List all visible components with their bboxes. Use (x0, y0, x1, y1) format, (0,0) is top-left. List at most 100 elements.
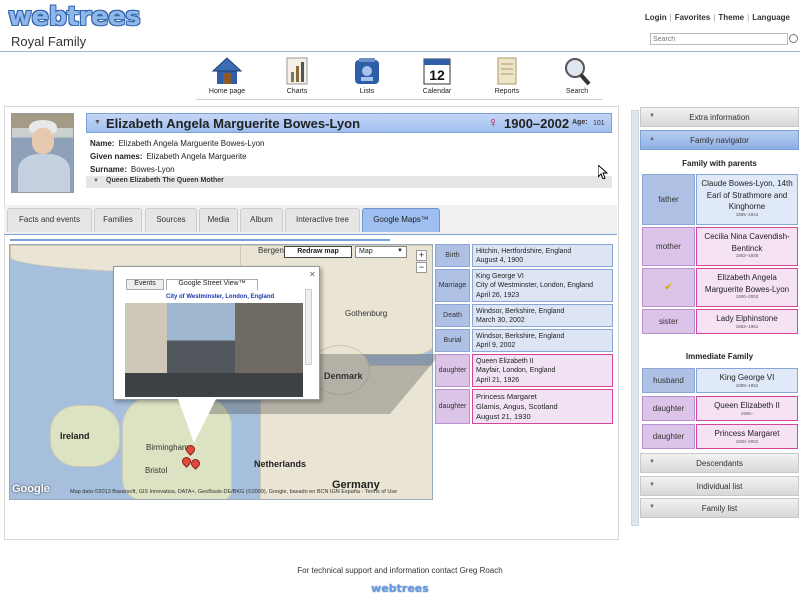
webtrees-logo[interactable]: webtrees (8, 2, 141, 32)
footer-logo[interactable]: webtrees (0, 582, 800, 595)
chevron-down-icon: ▼ (397, 248, 403, 254)
fact-name: Name: Elizabeth Angela Marguerite Bowes-L… (90, 139, 265, 148)
person-daughter[interactable]: Queen Elizabeth II 1926– (696, 396, 798, 421)
header-divider (0, 51, 800, 52)
relation-daughter: daughter (642, 424, 695, 449)
person-sister[interactable]: Lady Elphinstone 1883–1961 (696, 309, 798, 334)
language-link[interactable]: Language (752, 13, 790, 22)
search-icon[interactable] (789, 34, 798, 43)
caret-icon: ▼ (649, 113, 655, 119)
event-type-marriage: Marriage (435, 269, 470, 302)
person-self[interactable]: Elizabeth Angela Marguerite Bowes-Lyon 19… (696, 268, 798, 307)
popup-place-link[interactable]: City of Westminster, London, England (166, 294, 274, 300)
tab-sources[interactable]: Sources (145, 208, 197, 232)
relation-sister: sister (642, 309, 695, 334)
menu-divider (196, 99, 602, 100)
accordion-descendants[interactable]: ▼ Descendants (640, 453, 799, 473)
family-with-parents-title: Family with parents (682, 159, 757, 168)
event-type-death: Death (435, 304, 470, 327)
female-icon: ♀ (488, 114, 499, 130)
magnifier-icon (561, 56, 593, 86)
popup-tab-street-view[interactable]: Google Street View™ (166, 279, 258, 290)
individual-photo[interactable] (11, 113, 74, 193)
menu-search[interactable]: Search (547, 56, 607, 95)
redraw-map-button[interactable]: Redraw map (284, 246, 352, 258)
sidebar-toggle[interactable] (631, 110, 639, 526)
nickname-bar[interactable]: Queen Elizabeth The Queen Mother (86, 176, 612, 188)
event-detail-burial[interactable]: Windsor, Berkshire, England April 9, 2002 (472, 329, 613, 352)
caret-icon: ▼ (649, 504, 655, 510)
collapse-caret-icon[interactable]: ▼ (94, 119, 101, 126)
footer-contact[interactable]: For technical support and information co… (0, 566, 800, 575)
person-mother[interactable]: Cecilia Nina Cavendish-Bentinck 1862–1938 (696, 227, 798, 266)
map-label-gothenburg: Gothenburg (345, 309, 388, 318)
relation-daughter: daughter (642, 396, 695, 421)
event-detail-birth[interactable]: Hitchin, Hertfordshire, England August 4,… (472, 244, 613, 267)
menu-calendar[interactable]: 12 Calendar (407, 56, 467, 95)
map-label-bergen: Bergen (258, 246, 284, 255)
person-daughter[interactable]: Princess Margaret 1930–2002 (696, 424, 798, 449)
caret-icon: ▼ (649, 459, 655, 465)
menu-charts[interactable]: Charts (267, 56, 327, 95)
relation-self-check-icon: ✔ (642, 268, 695, 307)
caret-icon: ▲ (649, 136, 655, 142)
zoom-in-button[interactable]: + (416, 250, 427, 261)
close-icon[interactable]: ✕ (309, 270, 316, 279)
person-husband[interactable]: King George VI 1895–1952 (696, 368, 798, 393)
event-type-daughter: daughter (435, 389, 470, 424)
event-detail-daughter[interactable]: Queen Elizabeth II Mayfair, London, Engla… (472, 354, 613, 387)
expand-caret-icon[interactable]: ▼ (93, 178, 99, 184)
map-label-birmingham: Birmingham (146, 443, 189, 452)
menu-reports[interactable]: Reports (477, 56, 537, 95)
map-label-bristol: Bristol (145, 466, 168, 475)
tab-album[interactable]: Album (240, 208, 283, 232)
age-label: Age: (572, 119, 588, 126)
zoom-out-button[interactable]: − (416, 262, 427, 273)
login-link[interactable]: Login (645, 13, 667, 22)
lists-icon (351, 56, 383, 86)
person-father[interactable]: Claude Bowes-Lyon, 14th Earl of Strathmo… (696, 174, 798, 225)
home-icon (211, 56, 243, 86)
google-logo[interactable]: Google (12, 483, 50, 495)
popup-tab-events[interactable]: Events (126, 279, 164, 290)
menu-label: Reports (494, 88, 520, 95)
calendar-day: 12 (429, 67, 445, 83)
tab-families[interactable]: Families (94, 208, 142, 232)
fact-surname: Surname: Bowes-Lyon (90, 165, 175, 174)
tab-media[interactable]: Media (199, 208, 238, 232)
map-label-ireland: Ireland (60, 431, 90, 441)
search-input[interactable] (650, 33, 788, 45)
event-detail-daughter[interactable]: Princess Margaret Glamis, Angus, Scotland… (472, 389, 613, 424)
individual-name: Elizabeth Angela Marguerite Bowes-Lyon (106, 116, 361, 131)
street-view-image[interactable] (125, 303, 303, 397)
tab-interactive-tree[interactable]: Interactive tree (285, 208, 360, 232)
relation-mother: mother (642, 227, 695, 266)
menu-label: Calendar (422, 88, 452, 95)
menu-home-page[interactable]: Home page (197, 56, 257, 95)
accordion-individual-list[interactable]: ▼ Individual list (640, 476, 799, 496)
event-detail-death[interactable]: Windsor, Berkshire, England March 30, 200… (472, 304, 613, 327)
map-credit: Map data ©2013 Basarsoft, GIS Innovatsia… (70, 489, 398, 495)
accordion-family-navigator[interactable]: ▲ Family navigator (640, 130, 799, 150)
menu-label: Search (565, 88, 589, 95)
tab-facts-and-events[interactable]: Facts and events (7, 208, 92, 232)
site-title[interactable]: Royal Family (11, 34, 86, 49)
map-type-select[interactable]: Map ▼ (355, 246, 407, 258)
age-value: 101 (593, 120, 605, 127)
tab-google-maps[interactable]: Google Maps™ (362, 208, 440, 232)
fact-given-names: Given names: Elizabeth Angela Marguerite (90, 152, 247, 161)
top-links: Login | Favorites | Theme | Language (644, 13, 790, 22)
favorites-link[interactable]: Favorites (675, 13, 711, 22)
relation-husband: husband (642, 368, 695, 393)
life-years: 1900–2002 (504, 116, 570, 131)
theme-link[interactable]: Theme (718, 13, 744, 22)
menu-label: Charts (286, 88, 308, 95)
event-type-daughter: daughter (435, 354, 470, 387)
reports-icon (491, 56, 523, 86)
event-detail-marriage[interactable]: King George VI City of Westminster, Londo… (472, 269, 613, 302)
accordion-extra-information[interactable]: ▼ Extra information (640, 107, 799, 127)
menu-lists[interactable]: Lists (337, 56, 397, 95)
accordion-family-list[interactable]: ▼ Family list (640, 498, 799, 518)
charts-icon (281, 56, 313, 86)
popup-scrollbar[interactable] (305, 289, 312, 365)
